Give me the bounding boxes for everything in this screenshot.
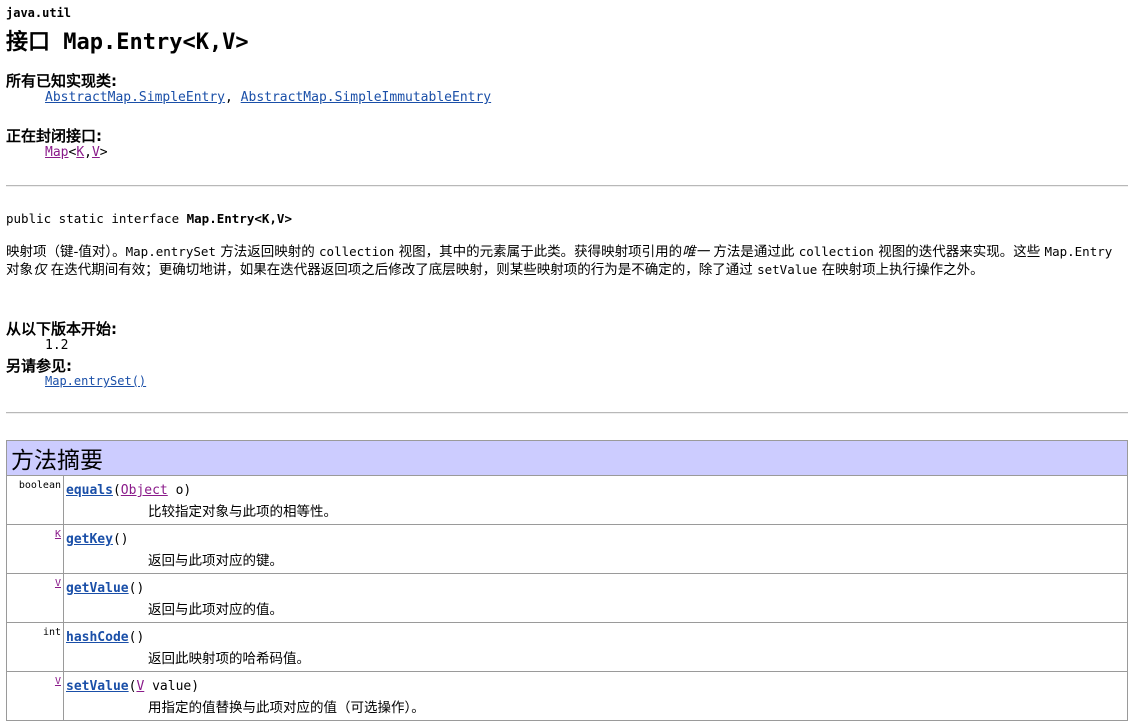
link-map-entryset[interactable]: Map.entrySet() xyxy=(45,374,146,388)
method-return-type: int xyxy=(6,622,64,672)
method-cell: setValue(V value) 用指定的值替换与此项对应的值（可选操作）。 xyxy=(63,671,1128,721)
method-link-getkey[interactable]: getKey xyxy=(66,532,113,547)
known-impl-label: 所有已知实现类: xyxy=(6,72,117,90)
desc-text: 方法是通过此 xyxy=(709,244,799,260)
method-summary-header: 方法摘要 xyxy=(6,440,1128,476)
link-map[interactable]: Map xyxy=(45,145,68,160)
declaration-modifiers: public static interface xyxy=(6,211,187,226)
link-type-k[interactable]: K xyxy=(55,529,61,540)
see-also-list: Map.entrySet() xyxy=(45,374,146,388)
link-type-k[interactable]: K xyxy=(76,145,84,160)
method-description: 比较指定对象与此项的相等性。 xyxy=(148,504,337,520)
param-close: ) xyxy=(136,630,145,645)
page-title: 接口 Map.Entry<K,V> xyxy=(6,30,249,55)
see-also-label: 另请参见: xyxy=(6,357,72,375)
desc-text: 在迭代期间有效；更确切地讲，如果在迭代器返回项之后修改了底层映射，则某些映射项的… xyxy=(46,262,758,278)
link-object[interactable]: Object xyxy=(121,483,168,498)
method-cell: getValue() 返回与此项对应的值。 xyxy=(63,573,1128,623)
desc-emphasis: 仅 xyxy=(33,262,47,278)
link-abstractmap-simpleimmutableentry[interactable]: AbstractMap.SimpleImmutableEntry xyxy=(241,90,491,105)
link-type-v[interactable]: V xyxy=(55,578,61,589)
param-open: ( xyxy=(112,532,121,547)
divider xyxy=(6,412,1128,414)
method-return-type: V xyxy=(6,573,64,623)
method-return-type: V xyxy=(6,671,64,721)
param-name: value xyxy=(144,679,192,694)
table-row: V getValue() 返回与此项对应的值。 xyxy=(6,573,1128,623)
table-row: V setValue(V value) 用指定的值替换与此项对应的值（可选操作）… xyxy=(6,671,1128,721)
link-abstractmap-simpleentry[interactable]: AbstractMap.SimpleEntry xyxy=(45,90,225,105)
known-impl-list: AbstractMap.SimpleEntry, AbstractMap.Sim… xyxy=(45,90,491,105)
table-row: int hashCode() 返回此映射项的哈希码值。 xyxy=(6,622,1128,672)
since-value: 1.2 xyxy=(45,338,69,353)
link-type-v[interactable]: V xyxy=(92,145,100,160)
desc-code: collection xyxy=(319,244,395,259)
param-close: ) xyxy=(136,581,145,596)
type-param-close: > xyxy=(99,145,108,160)
since-label: 从以下版本开始: xyxy=(6,320,117,338)
method-link-equals[interactable]: equals xyxy=(66,483,113,498)
desc-text: 方法返回映射的 xyxy=(215,244,320,260)
declaration-name: Map.Entry<K,V> xyxy=(186,211,292,226)
method-cell: hashCode() 返回此映射项的哈希码值。 xyxy=(63,622,1128,672)
desc-text: 视图，其中的元素属于此类。获得映射项引用的 xyxy=(394,244,683,260)
enclosing-interface-label: 正在封闭接口: xyxy=(6,127,102,145)
interface-declaration: public static interface Map.Entry<K,V> xyxy=(6,211,292,226)
desc-text: 视图的迭代器来实现。这些 xyxy=(873,244,1045,260)
known-impl-separator: , xyxy=(225,90,233,105)
method-return-type: boolean xyxy=(6,475,64,525)
param-open: ( xyxy=(112,483,121,498)
divider xyxy=(6,185,1128,187)
param-close: ) xyxy=(191,679,200,694)
method-description: 返回与此项对应的键。 xyxy=(148,553,283,569)
method-link-getvalue[interactable]: getValue xyxy=(66,581,129,596)
enclosing-interface-value: Map<K,V> xyxy=(45,145,108,160)
desc-text: 对象 xyxy=(6,262,33,278)
param-name: o xyxy=(167,483,184,498)
table-row: K getKey() 返回与此项对应的键。 xyxy=(6,524,1128,574)
method-link-hashcode[interactable]: hashCode xyxy=(66,630,129,645)
desc-emphasis: 唯一 xyxy=(682,244,710,260)
param-close: ) xyxy=(183,483,192,498)
method-cell: getKey() 返回与此项对应的键。 xyxy=(63,524,1128,574)
param-close: ) xyxy=(120,532,129,547)
type-param-comma: , xyxy=(84,145,92,160)
method-description: 返回与此项对应的值。 xyxy=(148,602,283,618)
method-description: 用指定的值替换与此项对应的值（可选操作）。 xyxy=(148,700,425,716)
desc-text: 映射项（键-值对）。 xyxy=(6,244,126,260)
method-description: 返回此映射项的哈希码值。 xyxy=(148,651,310,667)
package-name: java.util xyxy=(6,6,72,20)
method-cell: equals(Object o) 比较指定对象与此项的相等性。 xyxy=(63,475,1128,525)
method-summary-header-row: 方法摘要 xyxy=(6,440,1128,476)
desc-code: setValue xyxy=(757,262,818,277)
link-type-v[interactable]: V xyxy=(55,676,61,687)
table-row: boolean equals(Object o) 比较指定对象与此项的相等性。 xyxy=(6,475,1128,525)
desc-code: collection xyxy=(798,244,874,259)
desc-code: Map.Entry xyxy=(1044,244,1113,259)
method-return-type: K xyxy=(6,524,64,574)
desc-code: Map.entrySet xyxy=(125,244,216,259)
method-link-setvalue[interactable]: setValue xyxy=(66,679,129,694)
interface-description: 映射项（键-值对）。Map.entrySet 方法返回映射的 collectio… xyxy=(6,243,1126,279)
method-summary-table: 方法摘要 boolean equals(Object o) 比较指定对象与此项的… xyxy=(6,440,1128,721)
desc-text: 在映射项上执行操作之外。 xyxy=(817,262,984,278)
